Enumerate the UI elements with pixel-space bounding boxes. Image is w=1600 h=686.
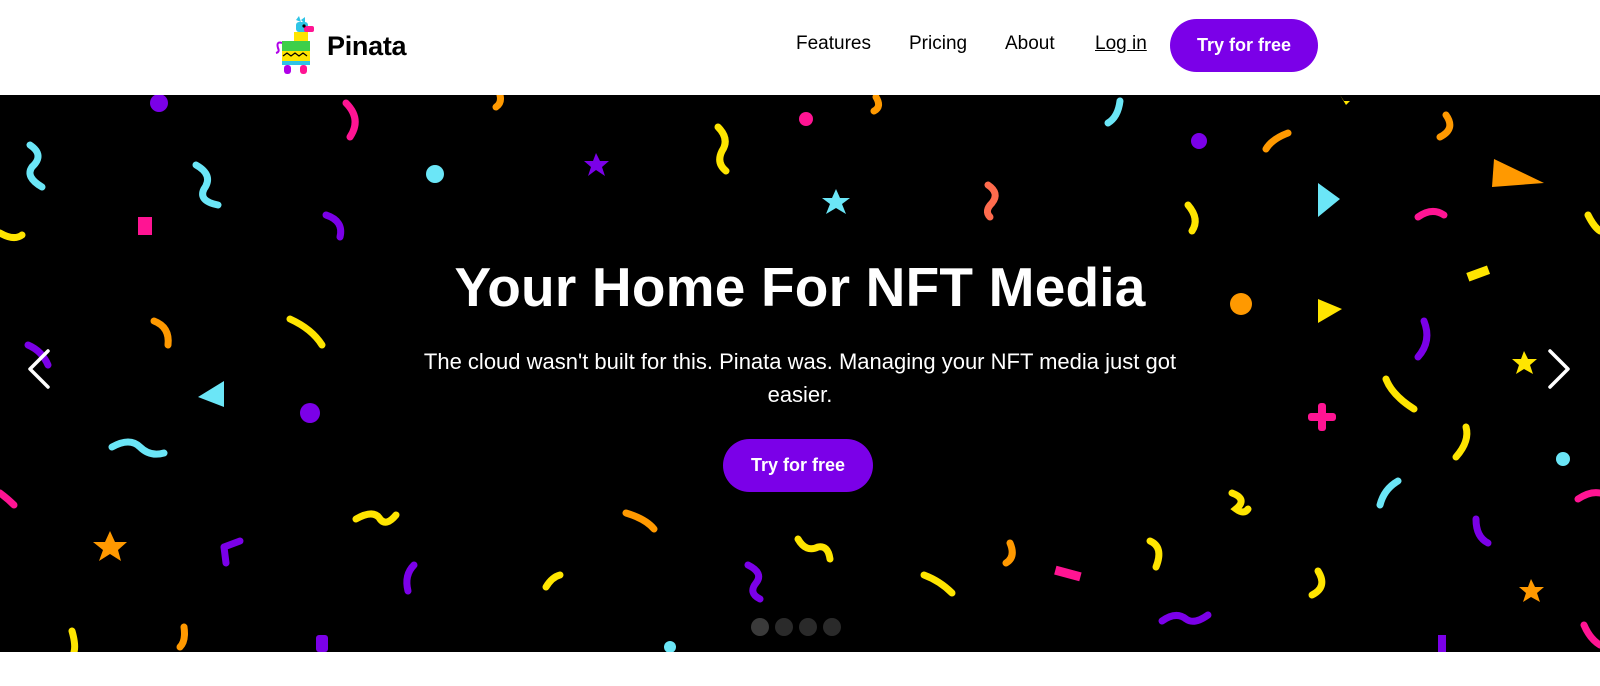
nav-login-link[interactable]: Log in — [1095, 33, 1147, 55]
nav-try-free-button[interactable]: Try for free — [1170, 19, 1318, 72]
carousel-indicators — [751, 618, 841, 636]
top-navigation: Pinata Features Pricing About Log in Try… — [0, 0, 1600, 95]
nav-pricing-link[interactable]: Pricing — [909, 33, 967, 55]
carousel-dot-3[interactable] — [799, 618, 817, 636]
carousel-prev-button[interactable] — [20, 347, 60, 391]
hero-subtitle: The cloud wasn't built for this. Pinata … — [423, 349, 1177, 407]
nav-features-link[interactable]: Features — [796, 33, 871, 55]
primary-nav: Features Pricing About Log in Try for fr… — [0, 0, 1600, 95]
chevron-right-icon — [1548, 349, 1570, 389]
carousel-dot-2[interactable] — [775, 618, 793, 636]
chevron-left-icon — [28, 349, 50, 389]
hero-title: Your Home For NFT Media — [454, 256, 1146, 318]
carousel-dot-4[interactable] — [823, 618, 841, 636]
page-content-below-hero — [0, 652, 1600, 686]
carousel-dot-1[interactable] — [751, 618, 769, 636]
hero-try-free-button[interactable]: Try for free — [723, 439, 873, 492]
nav-about-link[interactable]: About — [1005, 33, 1055, 55]
carousel-next-button[interactable] — [1538, 347, 1578, 391]
hero-carousel: Your Home For NFT Media The cloud wasn't… — [0, 95, 1600, 652]
